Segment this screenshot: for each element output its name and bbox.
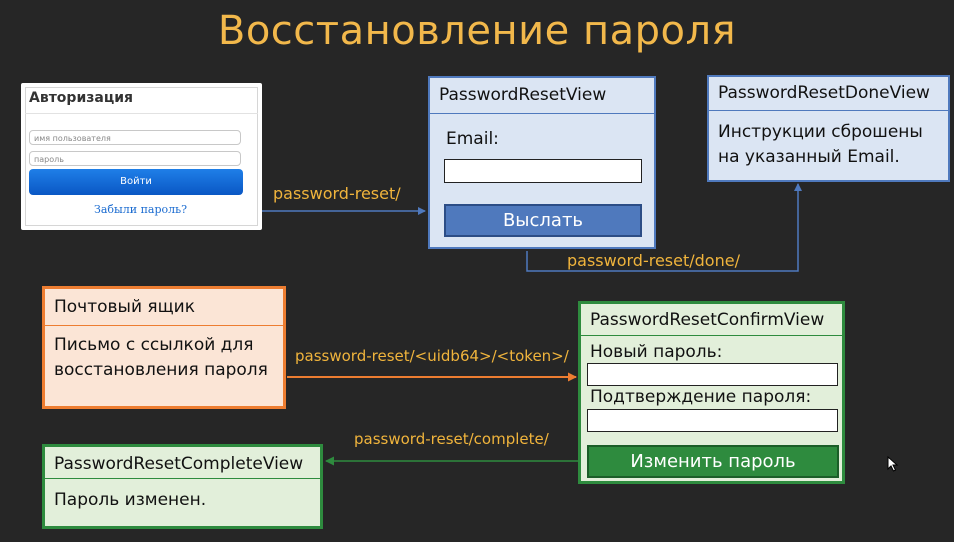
- route-label-confirm: password-reset/<uidb64>/<token>/: [295, 347, 569, 365]
- new-password-label: Новый пароль:: [590, 342, 723, 362]
- mailbox-box: Почтовый ящик Письмо с ссылкой для восст…: [42, 286, 286, 409]
- login-title: Авторизация: [29, 90, 134, 106]
- complete-message: Пароль изменен.: [54, 490, 207, 510]
- email-label: Email:: [446, 129, 499, 149]
- route-label-complete: password-reset/complete/: [354, 430, 549, 448]
- password-reset-complete-view: PasswordResetCompleteView Пароль изменен…: [42, 444, 323, 529]
- divider: [25, 113, 258, 114]
- view-name: PasswordResetView: [430, 78, 654, 114]
- login-card: Авторизация имя пользователя пароль Войт…: [21, 83, 262, 230]
- mailbox-message: Письмо с ссылкой для восстановления паро…: [54, 335, 268, 380]
- route-label-done: password-reset/done/: [567, 251, 740, 270]
- mailbox-title: Почтовый ящик: [45, 289, 283, 326]
- view-name: PasswordResetCompleteView: [45, 447, 320, 479]
- forgot-password-link[interactable]: Забыли пароль?: [94, 203, 187, 216]
- view-name: PasswordResetDoneView: [709, 77, 948, 111]
- change-password-button[interactable]: Изменить пароль: [587, 445, 839, 478]
- password-input[interactable]: пароль: [29, 151, 241, 166]
- password-reset-done-view: PasswordResetDoneView Инструкции сброшен…: [707, 75, 950, 182]
- route-label-reset: password-reset/: [273, 184, 401, 203]
- email-input[interactable]: [444, 159, 642, 183]
- confirm-password-input[interactable]: [587, 409, 838, 432]
- username-input[interactable]: имя пользователя: [29, 130, 241, 145]
- login-button[interactable]: Войти: [29, 169, 243, 195]
- send-button[interactable]: Выслать: [444, 204, 642, 237]
- password-reset-view: PasswordResetView Email: Выслать: [428, 76, 656, 249]
- confirm-password-label: Подтверждение пароля:: [590, 387, 812, 407]
- done-message: Инструкции сброшены на указанный Email.: [718, 122, 923, 167]
- password-reset-confirm-view: PasswordResetConfirmView Новый пароль: П…: [578, 301, 845, 484]
- view-name: PasswordResetConfirmView: [581, 304, 842, 336]
- mouse-pointer-icon: [887, 456, 899, 472]
- new-password-input[interactable]: [587, 363, 838, 386]
